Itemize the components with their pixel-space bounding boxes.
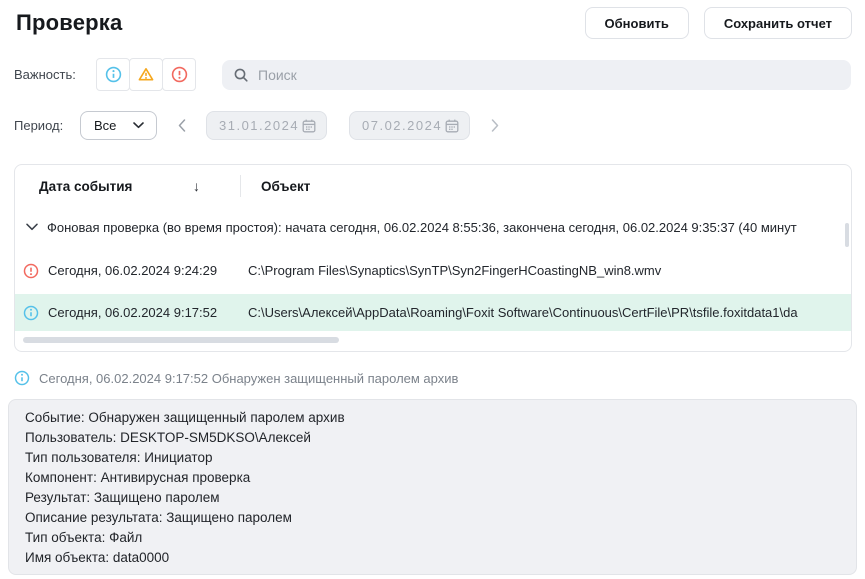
date-to-value: 07.02.2024 — [362, 118, 443, 133]
detail-line-object-type: Тип объекта: Файл — [25, 530, 143, 545]
info-icon — [14, 370, 30, 386]
critical-icon — [171, 66, 188, 83]
period-select[interactable]: Все — [80, 111, 157, 140]
date-from-value: 31.01.2024 — [219, 118, 300, 133]
importance-filter-row: Важность: — [0, 58, 865, 91]
event-date: Сегодня, 06.02.2024 9:24:29 — [48, 263, 218, 278]
column-header-object[interactable]: Объект — [261, 179, 310, 194]
event-object: C:\Users\Алексей\AppData\Roaming\Foxit S… — [248, 305, 798, 320]
detail-header-text: Сегодня, 06.02.2024 9:17:52 Обнаружен за… — [39, 370, 459, 386]
period-select-value: Все — [94, 118, 117, 133]
detail-line-result-description: Описание результата: Защищено паролем — [25, 510, 292, 525]
table-header-row: Дата события ↓ Объект — [15, 165, 851, 207]
importance-label: Важность: — [14, 67, 76, 82]
severity-warning-button[interactable] — [129, 58, 163, 91]
warning-icon — [137, 66, 155, 83]
event-date: Сегодня, 06.02.2024 9:17:52 — [48, 305, 218, 320]
calendar-icon — [301, 118, 317, 134]
event-object: C:\Program Files\Synaptics\SynTP\Syn2Fin… — [248, 263, 662, 278]
chevron-down-icon — [133, 122, 144, 129]
detail-line-user-type: Тип пользователя: Инициатор — [25, 450, 213, 465]
column-header-date[interactable]: Дата события — [39, 179, 193, 194]
table-row[interactable]: Сегодня, 06.02.2024 9:24:29 C:\Program F… — [15, 247, 851, 294]
group-row-label: Фоновая проверка (во время простоя): нач… — [47, 219, 797, 235]
event-details-panel: Событие: Обнаружен защищенный паролем ар… — [8, 399, 857, 575]
sort-descending-icon[interactable]: ↓ — [193, 178, 200, 194]
scan-group-row[interactable]: Фоновая проверка (во время простоя): нач… — [15, 207, 851, 247]
chevron-left-icon — [178, 119, 186, 132]
prev-period-button[interactable] — [169, 111, 195, 140]
column-divider — [240, 175, 241, 197]
save-report-button[interactable]: Сохранить отчет — [703, 7, 852, 39]
next-period-button[interactable] — [482, 111, 508, 140]
chevron-expand-icon — [26, 223, 38, 231]
period-filter-row: Период: Все 31.01.2024 07.02.2024 — [0, 111, 865, 140]
vertical-scrollbar[interactable] — [845, 223, 849, 247]
period-label: Период: — [14, 118, 64, 133]
info-icon — [105, 66, 122, 83]
severity-critical-button[interactable] — [162, 58, 196, 91]
table-row-selected[interactable]: Сегодня, 06.02.2024 9:17:52 C:\Users\Але… — [15, 294, 851, 331]
events-table: Дата события ↓ Объект Фоновая проверка (… — [14, 164, 852, 352]
page-header: Проверка Обновить Сохранить отчет — [0, 0, 865, 39]
search-input[interactable] — [258, 66, 840, 83]
detail-header: Сегодня, 06.02.2024 9:17:52 Обнаружен за… — [14, 370, 851, 386]
page-title: Проверка — [16, 10, 123, 35]
detail-line-user: Пользователь: DESKTOP-SM5DKSO\Алексей — [25, 430, 311, 445]
chevron-right-icon — [491, 119, 499, 132]
severity-info-button[interactable] — [96, 58, 130, 91]
severity-filter-group — [96, 58, 196, 91]
detail-line-result: Результат: Защищено паролем — [25, 490, 220, 505]
search-box[interactable] — [222, 59, 851, 90]
refresh-button[interactable]: Обновить — [584, 7, 689, 39]
detail-line-object-name: Имя объекта: data0000 — [25, 550, 170, 565]
info-icon — [23, 305, 39, 321]
date-to-field[interactable]: 07.02.2024 — [349, 111, 470, 140]
detail-line-component: Компонент: Антивирусная проверка — [25, 470, 251, 485]
search-icon — [233, 67, 249, 83]
date-from-field[interactable]: 31.01.2024 — [206, 111, 327, 140]
horizontal-scrollbar[interactable] — [23, 337, 339, 343]
critical-icon — [23, 263, 39, 279]
detail-line-event: Событие: Обнаружен защищенный паролем ар… — [25, 410, 345, 425]
calendar-icon — [444, 118, 460, 134]
